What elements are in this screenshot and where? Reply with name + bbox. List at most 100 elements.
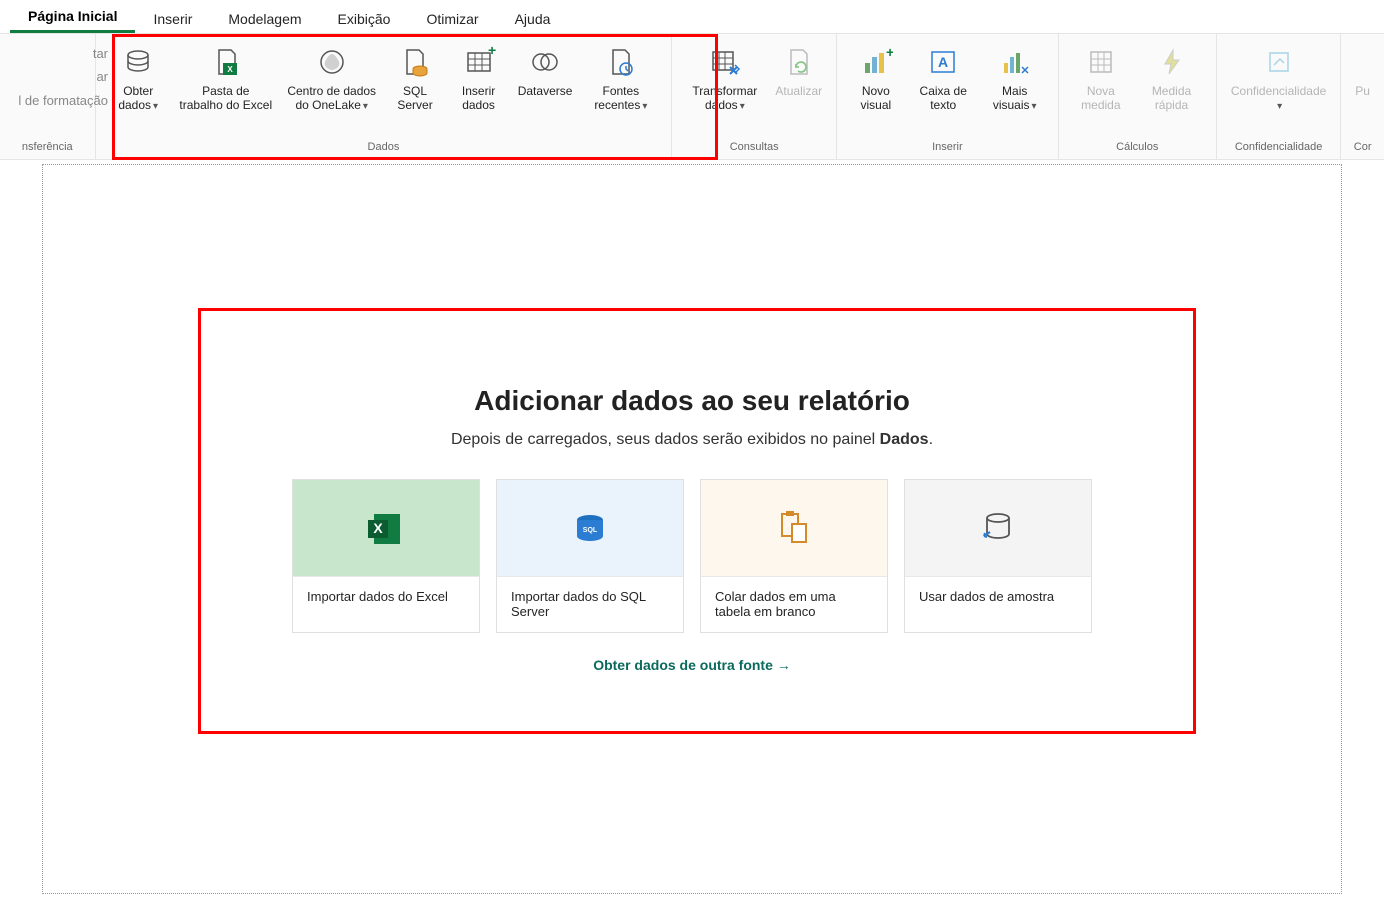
card-import-sql[interactable]: SQL Importar dados do SQL Server [496, 479, 684, 633]
group-calculations: Nova medida Medida rápida Cálculos [1059, 34, 1217, 159]
svg-text:+: + [886, 45, 893, 60]
cut-partial: tar [0, 42, 108, 65]
more-visuals-button[interactable]: Mais visuais▾ [980, 38, 1050, 117]
sql-card-icon: SQL [497, 480, 683, 576]
chevron-down-icon: ▾ [363, 101, 368, 112]
group-label-clipboard: nsferência [22, 139, 73, 157]
card-import-sql-label: Importar dados do SQL Server [497, 576, 683, 632]
subtitle-pre: Depois de carregados, seus dados serão e… [451, 431, 880, 448]
chevron-down-icon: ▾ [740, 101, 745, 112]
more-visuals-label: Mais visuais [993, 84, 1030, 112]
sensitivity-button[interactable]: Confidencialidade ▾ [1225, 38, 1332, 117]
group-label-sensitivity: Confidencialidade [1235, 139, 1322, 157]
new-measure-icon [1084, 42, 1118, 82]
publish-button-partial[interactable]: Pu [1349, 38, 1376, 102]
sql-server-label: SQL Server [391, 84, 440, 113]
data-source-cards: X Importar dados do Excel SQL Importar d… [292, 479, 1092, 633]
enter-data-icon: + [462, 42, 496, 82]
copy-partial: ar [0, 65, 108, 88]
chevron-down-icon: ▾ [1032, 101, 1037, 112]
excel-workbook-button[interactable]: X Pasta de trabalho do Excel [173, 38, 279, 117]
add-data-subtitle: Depois de carregados, seus dados serão e… [292, 431, 1092, 449]
card-import-excel[interactable]: X Importar dados do Excel [292, 479, 480, 633]
svg-text:X: X [227, 65, 233, 74]
ribbon: nsferência Obter dados▾ X Pasta de traba… [0, 34, 1384, 160]
clipboard-partial: tar ar l de formatação [0, 42, 108, 112]
sample-card-icon [905, 480, 1091, 576]
get-data-button[interactable]: Obter dados▾ [104, 38, 173, 117]
get-data-other-source-link[interactable]: Obter dados de outra fonte → [292, 657, 1092, 673]
new-visual-label: Novo visual [851, 84, 901, 113]
quick-measure-label: Medida rápida [1141, 84, 1202, 113]
tab-view[interactable]: Exibição [320, 5, 409, 33]
report-canvas[interactable]: Adicionar dados ao seu relatório Depois … [42, 164, 1342, 894]
group-label-queries: Consultas [730, 139, 779, 157]
new-measure-button[interactable]: Nova medida [1067, 38, 1136, 117]
card-import-excel-label: Importar dados do Excel [293, 576, 479, 632]
group-label-share-partial: Cor [1354, 139, 1372, 157]
recent-sources-icon [604, 42, 638, 82]
group-sensitivity: Confidencialidade ▾ Confidencialidade [1217, 34, 1341, 159]
onelake-hub-button[interactable]: Centro de dados do OneLake▾ [279, 38, 385, 117]
text-box-label: Caixa de texto [913, 84, 974, 113]
svg-text:SQL: SQL [583, 527, 598, 534]
chevron-down-icon: ▾ [1277, 101, 1282, 112]
refresh-icon [782, 42, 816, 82]
tab-insert[interactable]: Inserir [135, 5, 210, 33]
transform-data-label: Transformar dados [692, 84, 757, 112]
svg-text:+: + [488, 45, 496, 58]
excel-file-icon: X [209, 42, 243, 82]
more-visuals-icon [998, 42, 1032, 82]
sql-server-button[interactable]: SQL Server [385, 38, 446, 117]
group-data: Obter dados▾ X Pasta de trabalho do Exce… [96, 34, 673, 159]
dataverse-icon [528, 42, 562, 82]
enter-data-label: Inserir dados [451, 84, 505, 113]
enter-data-button[interactable]: + Inserir dados [445, 38, 511, 117]
formatpainter-partial: l de formatação [0, 89, 108, 112]
add-data-title: Adicionar dados ao seu relatório [292, 385, 1092, 417]
excel-card-icon: X [293, 480, 479, 576]
group-label-calculations: Cálculos [1116, 139, 1158, 157]
publish-label-partial: Pu [1355, 84, 1370, 98]
sql-server-icon [398, 42, 432, 82]
card-sample-data[interactable]: Usar dados de amostra [904, 479, 1092, 633]
paste-card-icon [701, 480, 887, 576]
new-visual-button[interactable]: + Novo visual [845, 38, 907, 117]
sensitivity-label: Confidencialidade [1231, 84, 1326, 98]
subtitle-bold: Dados [880, 431, 929, 448]
group-share-partial: Pu Cor [1341, 34, 1384, 159]
refresh-label: Atualizar [775, 84, 822, 98]
svg-text:X: X [373, 520, 383, 536]
svg-text:A: A [938, 54, 948, 70]
dataverse-button[interactable]: Dataverse [512, 38, 579, 102]
group-label-insert: Inserir [932, 139, 963, 157]
subtitle-post: . [929, 431, 933, 448]
chevron-down-icon: ▾ [153, 101, 158, 112]
group-insert: + Novo visual A Caixa de texto Mais visu… [837, 34, 1058, 159]
group-label-data: Dados [368, 139, 400, 157]
quick-measure-button[interactable]: Medida rápida [1135, 38, 1208, 117]
get-data-label: Obter dados [118, 84, 153, 112]
ribbon-tabs: Página Inicial Inserir Modelagem Exibiçã… [0, 0, 1384, 34]
quick-measure-icon [1155, 42, 1189, 82]
transform-data-icon [708, 42, 742, 82]
text-box-button[interactable]: A Caixa de texto [907, 38, 980, 117]
recent-sources-button[interactable]: Fontes recentes▾ [578, 38, 663, 117]
new-measure-label: Nova medida [1073, 84, 1130, 113]
onelake-icon [315, 42, 349, 82]
add-data-panel: Adicionar dados ao seu relatório Depois … [292, 385, 1092, 673]
transform-data-button[interactable]: Transformar dados▾ [680, 38, 769, 117]
text-box-icon: A [926, 42, 960, 82]
excel-workbook-label: Pasta de trabalho do Excel [179, 84, 273, 113]
new-visual-icon: + [859, 42, 893, 82]
tab-home[interactable]: Página Inicial [10, 2, 135, 33]
card-paste-data[interactable]: Colar dados em uma tabela em branco [700, 479, 888, 633]
tab-optimize[interactable]: Otimizar [408, 5, 496, 33]
card-paste-data-label: Colar dados em uma tabela em branco [701, 576, 887, 632]
database-icon [121, 42, 155, 82]
tab-help[interactable]: Ajuda [497, 5, 569, 33]
group-queries: Transformar dados▾ Atualizar Consultas [672, 34, 837, 159]
dataverse-label: Dataverse [518, 84, 573, 98]
refresh-button[interactable]: Atualizar [769, 38, 828, 102]
tab-modeling[interactable]: Modelagem [210, 5, 319, 33]
